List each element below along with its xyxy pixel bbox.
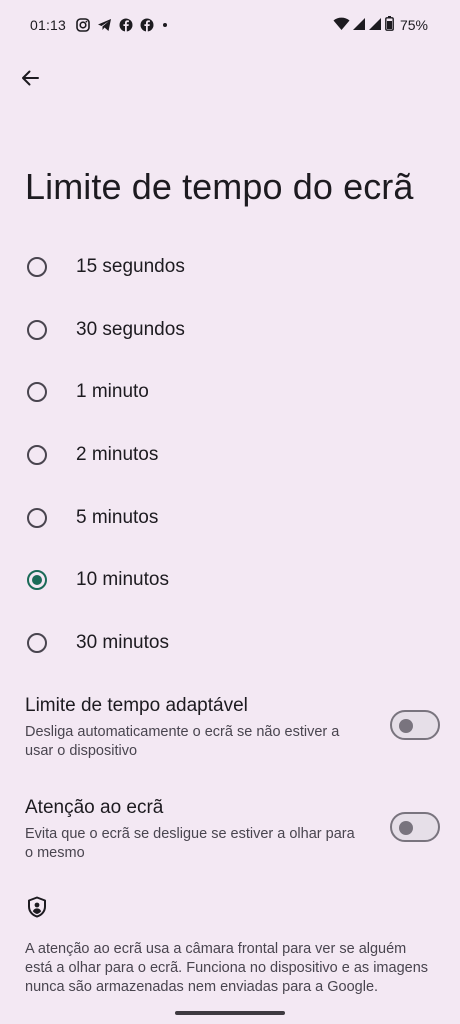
notification-icons — [76, 18, 169, 32]
setting-title: Limite de tempo adaptável — [25, 695, 248, 716]
setting-description: Desliga automaticamente o ecrã se não es… — [25, 724, 340, 759]
more-notifications-dot-icon — [161, 18, 169, 32]
facebook-icon — [119, 18, 133, 32]
radio-button[interactable] — [27, 382, 47, 403]
page-title: Limite de tempo do ecrã — [25, 166, 414, 207]
screen-attention-toggle[interactable] — [390, 812, 440, 842]
battery-percentage: 75% — [399, 17, 428, 33]
timeout-option-15-seconds[interactable]: 15 segundos — [0, 236, 460, 299]
toggle-thumb — [399, 821, 413, 835]
instagram-icon — [76, 18, 90, 32]
radio-button[interactable] — [27, 445, 47, 466]
radio-button[interactable] — [27, 319, 47, 340]
adaptive-timeout-setting[interactable]: Limite de tempo adaptável Desliga automa… — [0, 690, 460, 770]
screen-attention-setting[interactable]: Atenção ao ecrã Evita que o ecrã se desl… — [0, 792, 460, 872]
setting-title: Atenção ao ecrã — [25, 797, 164, 818]
system-icons: 75% — [333, 16, 428, 34]
radio-button[interactable] — [27, 507, 47, 528]
timeout-option-30-seconds[interactable]: 30 segundos — [0, 299, 460, 362]
signal-icon — [352, 17, 366, 34]
privacy-shield-icon — [27, 896, 47, 923]
timeout-option-10-minutes[interactable]: 10 minutos — [0, 549, 460, 612]
timeout-options: 15 segundos 30 segundos 1 minuto 2 minut… — [0, 236, 460, 674]
radio-button[interactable] — [27, 632, 47, 653]
radio-button-selected[interactable] — [27, 570, 47, 591]
option-label: 5 minutos — [76, 506, 159, 528]
option-label: 1 minuto — [76, 381, 149, 403]
telegram-icon — [97, 18, 112, 32]
option-label: 2 minutos — [76, 444, 159, 466]
timeout-option-30-minutes[interactable]: 30 minutos — [0, 612, 460, 675]
status-time: 01:13 — [30, 17, 67, 33]
option-label: 30 segundos — [76, 318, 185, 340]
option-label: 15 segundos — [76, 256, 185, 278]
radio-button[interactable] — [27, 257, 47, 278]
arrow-back-icon — [20, 68, 40, 93]
home-indicator[interactable] — [175, 1011, 285, 1015]
facebook-icon — [140, 18, 154, 32]
toggle-thumb — [399, 719, 413, 733]
timeout-option-1-minute[interactable]: 1 minuto — [0, 361, 460, 424]
setting-description: Evita que o ecrã se desligue se estiver … — [25, 826, 355, 861]
adaptive-timeout-toggle[interactable] — [390, 710, 440, 740]
option-label: 10 minutos — [76, 569, 169, 591]
back-button[interactable] — [14, 64, 46, 96]
timeout-option-5-minutes[interactable]: 5 minutos — [0, 486, 460, 549]
screen-attention-info: A atenção ao ecrã usa a câmara frontal p… — [25, 941, 429, 995]
option-label: 30 minutos — [76, 631, 169, 653]
status-bar: 01:13 75% — [0, 0, 460, 52]
signal-icon — [368, 17, 382, 34]
timeout-option-2-minutes[interactable]: 2 minutos — [0, 424, 460, 487]
wifi-icon — [333, 17, 350, 34]
battery-icon — [385, 16, 394, 34]
